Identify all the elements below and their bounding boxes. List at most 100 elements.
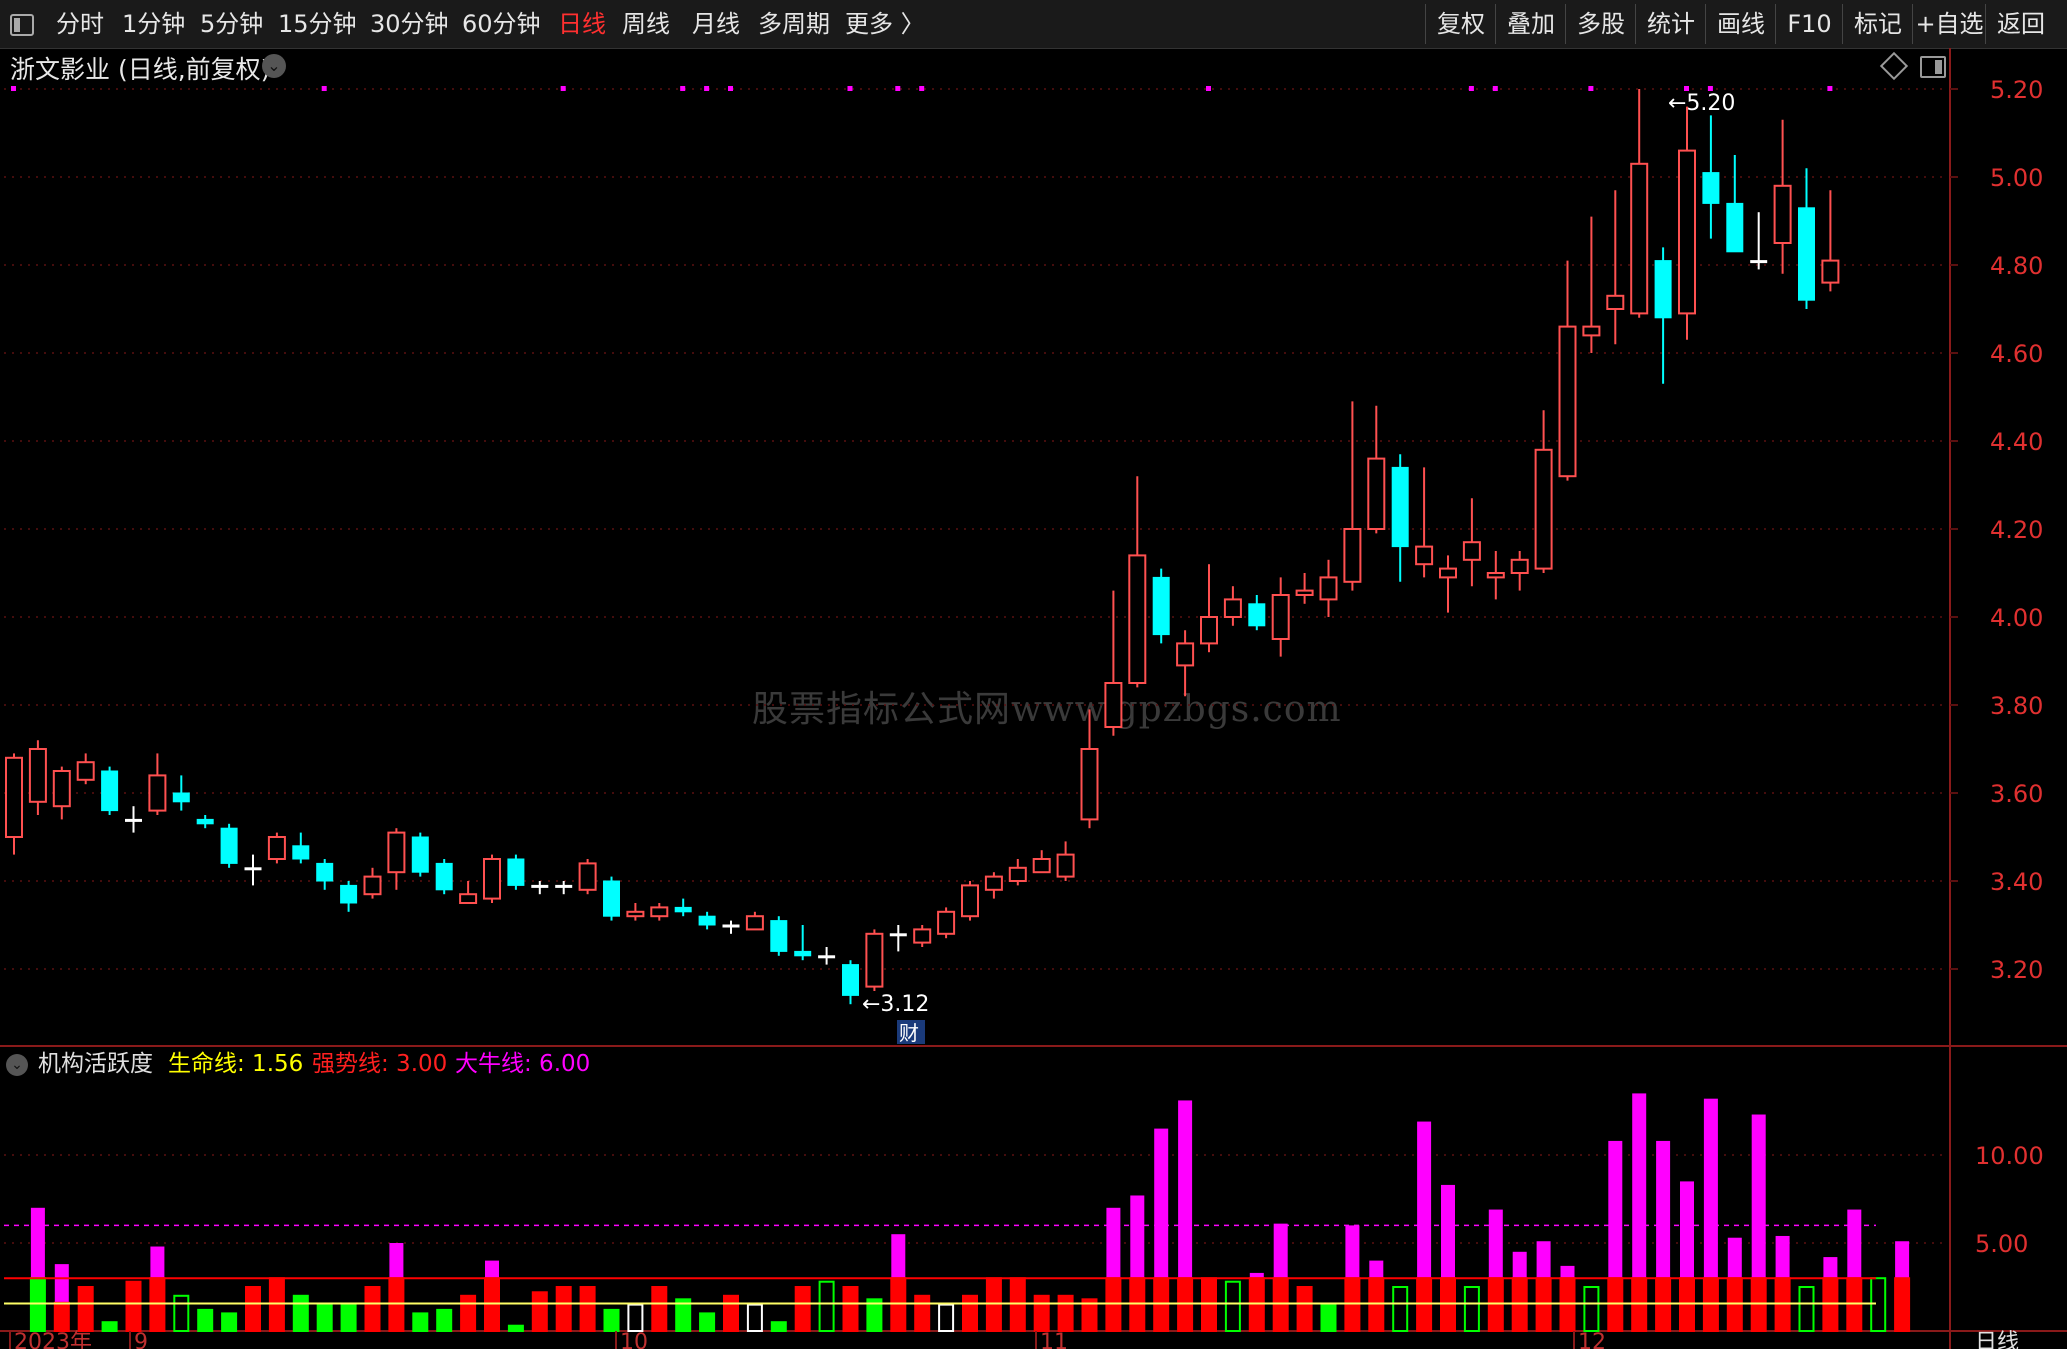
candle-body — [1678, 149, 1696, 315]
activity-bar-fill — [1034, 1295, 1049, 1331]
activity-bar-fill — [1512, 1278, 1527, 1331]
activity-bar-top — [1608, 1140, 1623, 1279]
candle-body — [984, 875, 1003, 891]
candle-body — [196, 818, 214, 825]
candle-body — [1152, 576, 1170, 636]
price-tick-label: 3.40 — [1990, 868, 2043, 896]
activity-bar-fill — [1345, 1278, 1360, 1331]
candle-body — [603, 880, 620, 917]
activity-bar — [699, 1312, 716, 1333]
price-tick-label: 3.20 — [1990, 956, 2043, 984]
signal-dot — [560, 86, 566, 91]
kline-chart[interactable]: 5.20 5.00 4.80 4.60 4.40 4.20 4.00 3.80 3.60 3.40… — [0, 0, 2067, 1349]
activity-bar-fill — [246, 1287, 260, 1331]
candle-body — [387, 831, 406, 874]
candle-body — [1773, 184, 1792, 245]
signal-dot — [728, 86, 733, 91]
candle-body — [1248, 603, 1266, 627]
candle-body — [1200, 616, 1218, 645]
candle-body — [674, 906, 692, 913]
candle-body — [1654, 260, 1672, 319]
activity-bar-fill — [389, 1278, 404, 1331]
activity-bar-fill — [1202, 1278, 1216, 1331]
price-tick-label: 4.00 — [1990, 604, 2043, 632]
activity-bar-top — [1512, 1251, 1527, 1279]
candle-body — [1271, 594, 1290, 640]
activity-bar-top — [1847, 1209, 1862, 1279]
signal-dot — [11, 86, 16, 91]
price-tick-label: 4.80 — [1990, 252, 2043, 280]
candle-body — [292, 845, 310, 860]
candle-body — [722, 924, 740, 928]
activity-bar — [1798, 1286, 1815, 1332]
candle-body — [578, 862, 597, 891]
price-tick-label: 5.00 — [1990, 164, 2043, 192]
activity-bar-top — [1632, 1093, 1647, 1279]
activity-bar-fill — [724, 1295, 738, 1331]
signal-dot — [1492, 86, 1498, 91]
activity-bar — [1463, 1286, 1480, 1332]
high-price-label: ←5.20 — [1668, 91, 1735, 116]
activity-bar-fill — [1178, 1278, 1193, 1331]
date-label: 11 — [1040, 1330, 1068, 1349]
candle-body — [1223, 598, 1242, 619]
candle-body — [1128, 554, 1147, 685]
activity-bar-fill — [1058, 1295, 1073, 1331]
activity-bar — [1870, 1277, 1887, 1332]
candle-body — [1008, 866, 1027, 882]
candle-body — [1630, 162, 1649, 315]
candle-body — [1056, 853, 1075, 878]
candle-body — [1367, 457, 1386, 531]
price-tick-label: 5.20 — [1990, 76, 2043, 104]
activity-bar-fill — [1130, 1278, 1145, 1331]
activity-bar-top — [1178, 1100, 1193, 1279]
activity-bar-fill — [1608, 1278, 1623, 1331]
date-label: 2023年 — [14, 1330, 92, 1349]
date-label: 12 — [1578, 1330, 1606, 1349]
activity-bar-top — [150, 1246, 165, 1279]
candle-body — [148, 774, 167, 812]
candle-body — [842, 964, 859, 996]
activity-bar-fill — [1536, 1278, 1551, 1331]
indicator-tick-label: 5.00 — [1975, 1230, 2028, 1258]
candle-body — [865, 932, 884, 988]
candle-body — [1319, 576, 1338, 601]
activity-bar-top — [1703, 1098, 1718, 1279]
activity-bar-fill — [1680, 1278, 1694, 1331]
activity-bar-top — [1441, 1184, 1455, 1279]
candle-body — [220, 827, 238, 864]
activity-bar-fill — [365, 1287, 380, 1331]
activity-bar-fill — [1847, 1278, 1862, 1331]
activity-bar-top — [1895, 1241, 1910, 1279]
date-label: 9 — [134, 1330, 148, 1349]
activity-bar-fill — [1010, 1278, 1025, 1331]
activity-bar-fill — [1417, 1278, 1432, 1331]
activity-bar-fill — [1441, 1278, 1455, 1331]
price-tick-label: 4.60 — [1990, 340, 2043, 368]
activity-bar-fill — [1369, 1278, 1384, 1331]
candle-body — [1750, 260, 1768, 264]
candle-body — [1032, 858, 1051, 874]
candle-body — [507, 858, 525, 886]
price-tick-label: 3.80 — [1990, 692, 2043, 720]
activity-bar-fill — [1727, 1278, 1742, 1331]
activity-bar-fill — [485, 1278, 499, 1331]
activity-bar — [316, 1303, 333, 1332]
candle-body — [1080, 748, 1099, 821]
candle-body — [244, 867, 262, 871]
candle-body — [125, 818, 142, 822]
date-label: 10 — [620, 1330, 648, 1349]
candle-body — [459, 893, 478, 905]
activity-bar-top — [30, 1207, 45, 1279]
activity-bar-fill — [986, 1278, 1001, 1331]
activity-bar-fill — [1895, 1278, 1910, 1331]
candle-body — [1510, 558, 1529, 574]
activity-bar-top — [1488, 1209, 1503, 1279]
activity-bar — [412, 1312, 429, 1333]
activity-bar-fill — [1273, 1278, 1288, 1331]
activity-bar — [221, 1312, 238, 1333]
activity-bar-top — [485, 1260, 499, 1279]
activity-bar — [29, 1277, 46, 1332]
candle-body — [1415, 545, 1434, 566]
price-tick-label: 4.40 — [1990, 428, 2043, 456]
